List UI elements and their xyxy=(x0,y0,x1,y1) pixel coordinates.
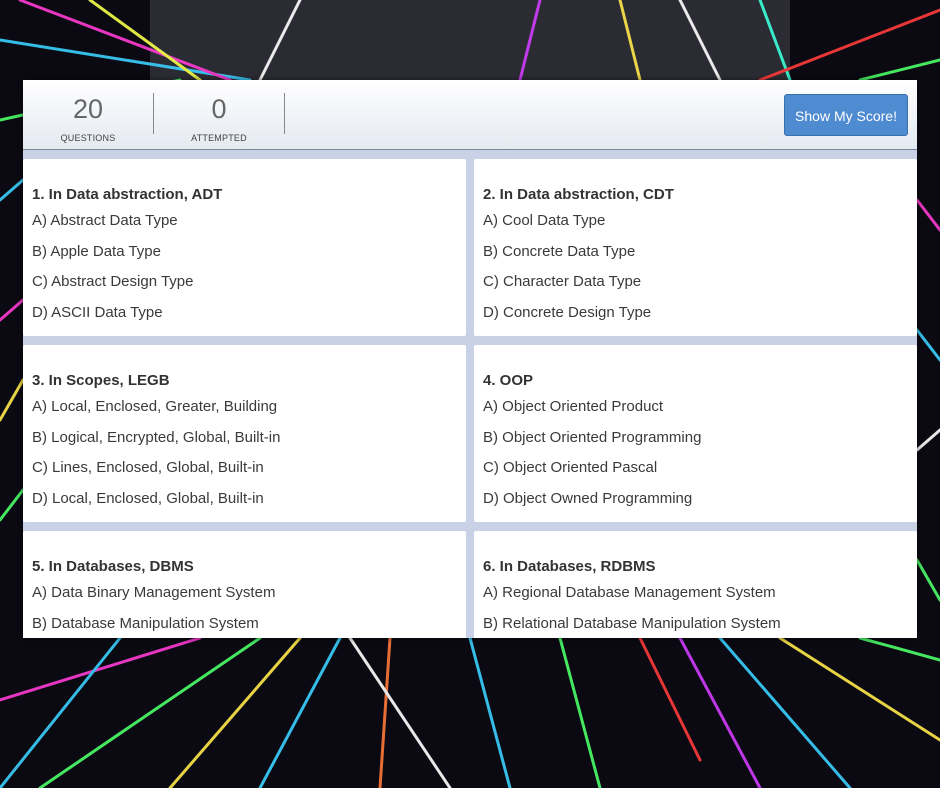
answer-option[interactable]: B) Object Oriented Programming xyxy=(483,428,917,459)
answer-option[interactable]: A) Object Oriented Product xyxy=(483,397,917,428)
question-card: 3. In Scopes, LEGB A) Local, Enclosed, G… xyxy=(23,345,466,522)
question-title: 1. In Data abstraction, ADT xyxy=(32,186,223,203)
answer-option[interactable]: D) Local, Enclosed, Global, Built-in xyxy=(32,489,466,520)
questions-count: 20 xyxy=(72,94,104,124)
question-title: 4. OOP xyxy=(483,372,534,389)
attempted-count: 0 xyxy=(211,94,227,124)
answer-option[interactable]: D) Concrete Design Type xyxy=(483,303,917,334)
questions-label: QUESTIONS xyxy=(60,133,116,143)
answer-option[interactable]: A) Abstract Data Type xyxy=(32,211,466,242)
attempted-stat: 0 ATTEMPTED xyxy=(154,80,284,149)
answer-option[interactable]: A) Local, Enclosed, Greater, Building xyxy=(32,397,466,428)
questions-stat: 20 QUESTIONS xyxy=(23,80,153,149)
question-title: 3. In Scopes, LEGB xyxy=(32,372,170,389)
question-title: 5. In Databases, DBMS xyxy=(32,558,194,575)
answer-option[interactable]: C) Character Data Type xyxy=(483,272,917,303)
question-title: 6. In Databases, RDBMS xyxy=(483,558,656,575)
answer-option[interactable]: D) ASCII Data Type xyxy=(32,303,466,334)
answer-option[interactable]: A) Data Binary Management System xyxy=(32,583,466,614)
question-card: 2. In Data abstraction, CDT A) Cool Data… xyxy=(474,159,917,336)
question-card: 4. OOP A) Object Oriented Product B) Obj… xyxy=(474,345,917,522)
answer-option[interactable]: B) Apple Data Type xyxy=(32,242,466,273)
show-score-button[interactable]: Show My Score! xyxy=(784,94,908,136)
answer-option[interactable]: B) Concrete Data Type xyxy=(483,242,917,273)
score-toolbar: 20 QUESTIONS 0 ATTEMPTED Show My Score! xyxy=(23,80,917,150)
answer-option[interactable]: D) Object Owned Programming xyxy=(483,489,917,520)
answer-option[interactable]: C) Object Oriented Pascal xyxy=(483,458,917,489)
answer-option[interactable]: A) Cool Data Type xyxy=(483,211,917,242)
stat-divider xyxy=(284,93,285,134)
attempted-label: ATTEMPTED xyxy=(191,133,247,143)
question-card: 6. In Databases, RDBMS A) Regional Datab… xyxy=(474,531,917,638)
answer-option[interactable]: C) Lines, Enclosed, Global, Built-in xyxy=(32,458,466,489)
quiz-panel: 20 QUESTIONS 0 ATTEMPTED Show My Score! … xyxy=(23,80,917,638)
answer-option[interactable]: B) Logical, Encrypted, Global, Built-in xyxy=(32,428,466,459)
answer-option[interactable]: A) Regional Database Management System xyxy=(483,583,917,614)
question-card: 1. In Data abstraction, ADT A) Abstract … xyxy=(23,159,466,336)
answer-option[interactable]: B) Relational Database Manipulation Syst… xyxy=(483,614,917,639)
question-title: 2. In Data abstraction, CDT xyxy=(483,186,674,203)
answer-option[interactable]: B) Database Manipulation System xyxy=(32,614,466,639)
question-card: 5. In Databases, DBMS A) Data Binary Man… xyxy=(23,531,466,638)
answer-option[interactable]: C) Abstract Design Type xyxy=(32,272,466,303)
